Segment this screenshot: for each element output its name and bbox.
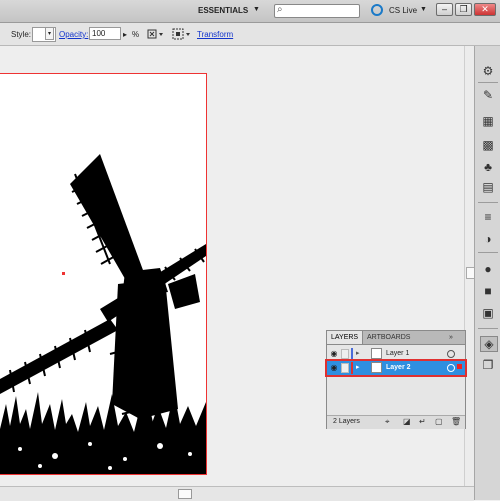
visibility-eye-icon[interactable]: ◉ [329, 363, 339, 373]
panel-menu-icon[interactable]: » [445, 331, 457, 344]
layer-name[interactable]: Layer 2 [386, 363, 411, 373]
layers-panel-footer: 2 Layers ⌖ ◪ ↵ ▢ 🗑 [327, 415, 465, 429]
application-bar: ESSENTIALS ▼ ⌕ CS Live ▼ – ❐ ✕ [0, 0, 500, 23]
layers-icon[interactable]: ◈ [480, 336, 498, 352]
layer-name[interactable]: Layer 1 [386, 349, 409, 359]
target-circle-icon[interactable] [447, 350, 455, 358]
restore-button[interactable]: ❐ [455, 3, 472, 16]
gear-icon[interactable]: ⚙ [480, 64, 496, 78]
dock-divider [478, 252, 498, 253]
tab-artboards[interactable]: ARTBOARDS [363, 331, 414, 344]
cs-live-menu[interactable]: CS Live [389, 6, 417, 15]
opacity-unit: % [132, 30, 140, 39]
target-circle-icon[interactable] [447, 364, 455, 372]
pages-icon[interactable]: ❐ [480, 358, 496, 372]
workspace-switcher[interactable]: ESSENTIALS [198, 6, 248, 15]
grid-icon[interactable]: ▩ [480, 138, 496, 152]
cs-live-icon[interactable] [371, 4, 383, 16]
opacity-link[interactable]: Opacity: [59, 30, 88, 39]
new-sublayer-icon[interactable]: ↵ [419, 417, 426, 426]
square-icon[interactable]: ■ [480, 284, 496, 298]
recolor-icon[interactable] [146, 28, 166, 40]
workspace-dropdown-icon[interactable]: ▼ [253, 6, 260, 13]
style-label: Style: [11, 30, 32, 39]
horizontal-scrollbar[interactable] [0, 486, 474, 501]
layers-panel-tabs: LAYERS ARTBOARDS » [327, 331, 465, 345]
control-bar: Style: ▾ Opacity: 100 ▸ % Transform [0, 23, 500, 46]
cs-live-dropdown-icon[interactable]: ▼ [420, 6, 427, 13]
layer-row-selected[interactable]: ◉ ▸ Layer 2 [325, 359, 467, 377]
clipping-mask-icon[interactable]: ◪ [403, 417, 411, 426]
layer-thumbnail [371, 348, 382, 359]
search-icon: ⌕ [277, 4, 283, 15]
align-icon[interactable] [172, 28, 192, 40]
layer-row[interactable]: ◉ ▸ Layer 1 [327, 347, 465, 361]
club-icon[interactable]: ♣ [480, 160, 496, 174]
swatch-icon[interactable]: ▦ [480, 114, 496, 128]
dock-divider [478, 82, 498, 83]
horizontal-scroll-thumb[interactable] [178, 489, 192, 499]
opacity-arrow-icon[interactable]: ▸ [123, 30, 127, 39]
dock-divider [478, 328, 498, 329]
layer-thumbnail [371, 362, 382, 373]
dock-divider [478, 202, 498, 203]
lines-icon[interactable]: ≡ [480, 210, 496, 224]
new-layer-icon[interactable]: ▢ [435, 417, 443, 426]
locate-object-icon[interactable]: ⌖ [385, 417, 390, 427]
circle-icon[interactable]: ● [480, 262, 496, 276]
trash-icon[interactable]: 🗑 [451, 417, 461, 426]
style-dropdown-icon[interactable]: ▾ [45, 27, 54, 40]
layer-count: 2 Layers [333, 418, 360, 425]
layers-panel: LAYERS ARTBOARDS » ◉ ▸ Layer 1 ◉ ▸ Layer… [325, 330, 467, 429]
visibility-eye-icon[interactable]: ◉ [329, 349, 339, 359]
artboard[interactable] [0, 73, 207, 475]
opacity-input[interactable]: 100 [89, 27, 121, 40]
windmill-artwork [0, 154, 206, 474]
transform-link[interactable]: Transform [197, 30, 233, 39]
box-icon[interactable]: ▣ [480, 306, 496, 320]
stack-icon[interactable]: ▤ [480, 180, 496, 194]
minimize-button[interactable]: – [436, 3, 453, 16]
selection-indicator[interactable] [457, 364, 462, 369]
brush-icon[interactable]: ✎ [480, 88, 496, 102]
close-button[interactable]: ✕ [474, 3, 496, 16]
expand-triangle-icon[interactable]: ▸ [356, 363, 360, 373]
layer-color-bar [351, 348, 353, 360]
layer-color-bar [351, 362, 353, 374]
panel-dock: ⚙ ✎ ▦ ▩ ♣ ▤ ≡ ◑ ● ■ ▣ ◈ ❐ [474, 46, 500, 500]
search-input[interactable]: ⌕ [274, 4, 360, 18]
tab-layers[interactable]: LAYERS [327, 331, 364, 344]
expand-triangle-icon[interactable]: ▸ [356, 349, 360, 359]
lock-toggle[interactable] [341, 363, 349, 373]
overlap-icon[interactable]: ◑ [480, 232, 496, 246]
lock-toggle[interactable] [341, 349, 349, 359]
